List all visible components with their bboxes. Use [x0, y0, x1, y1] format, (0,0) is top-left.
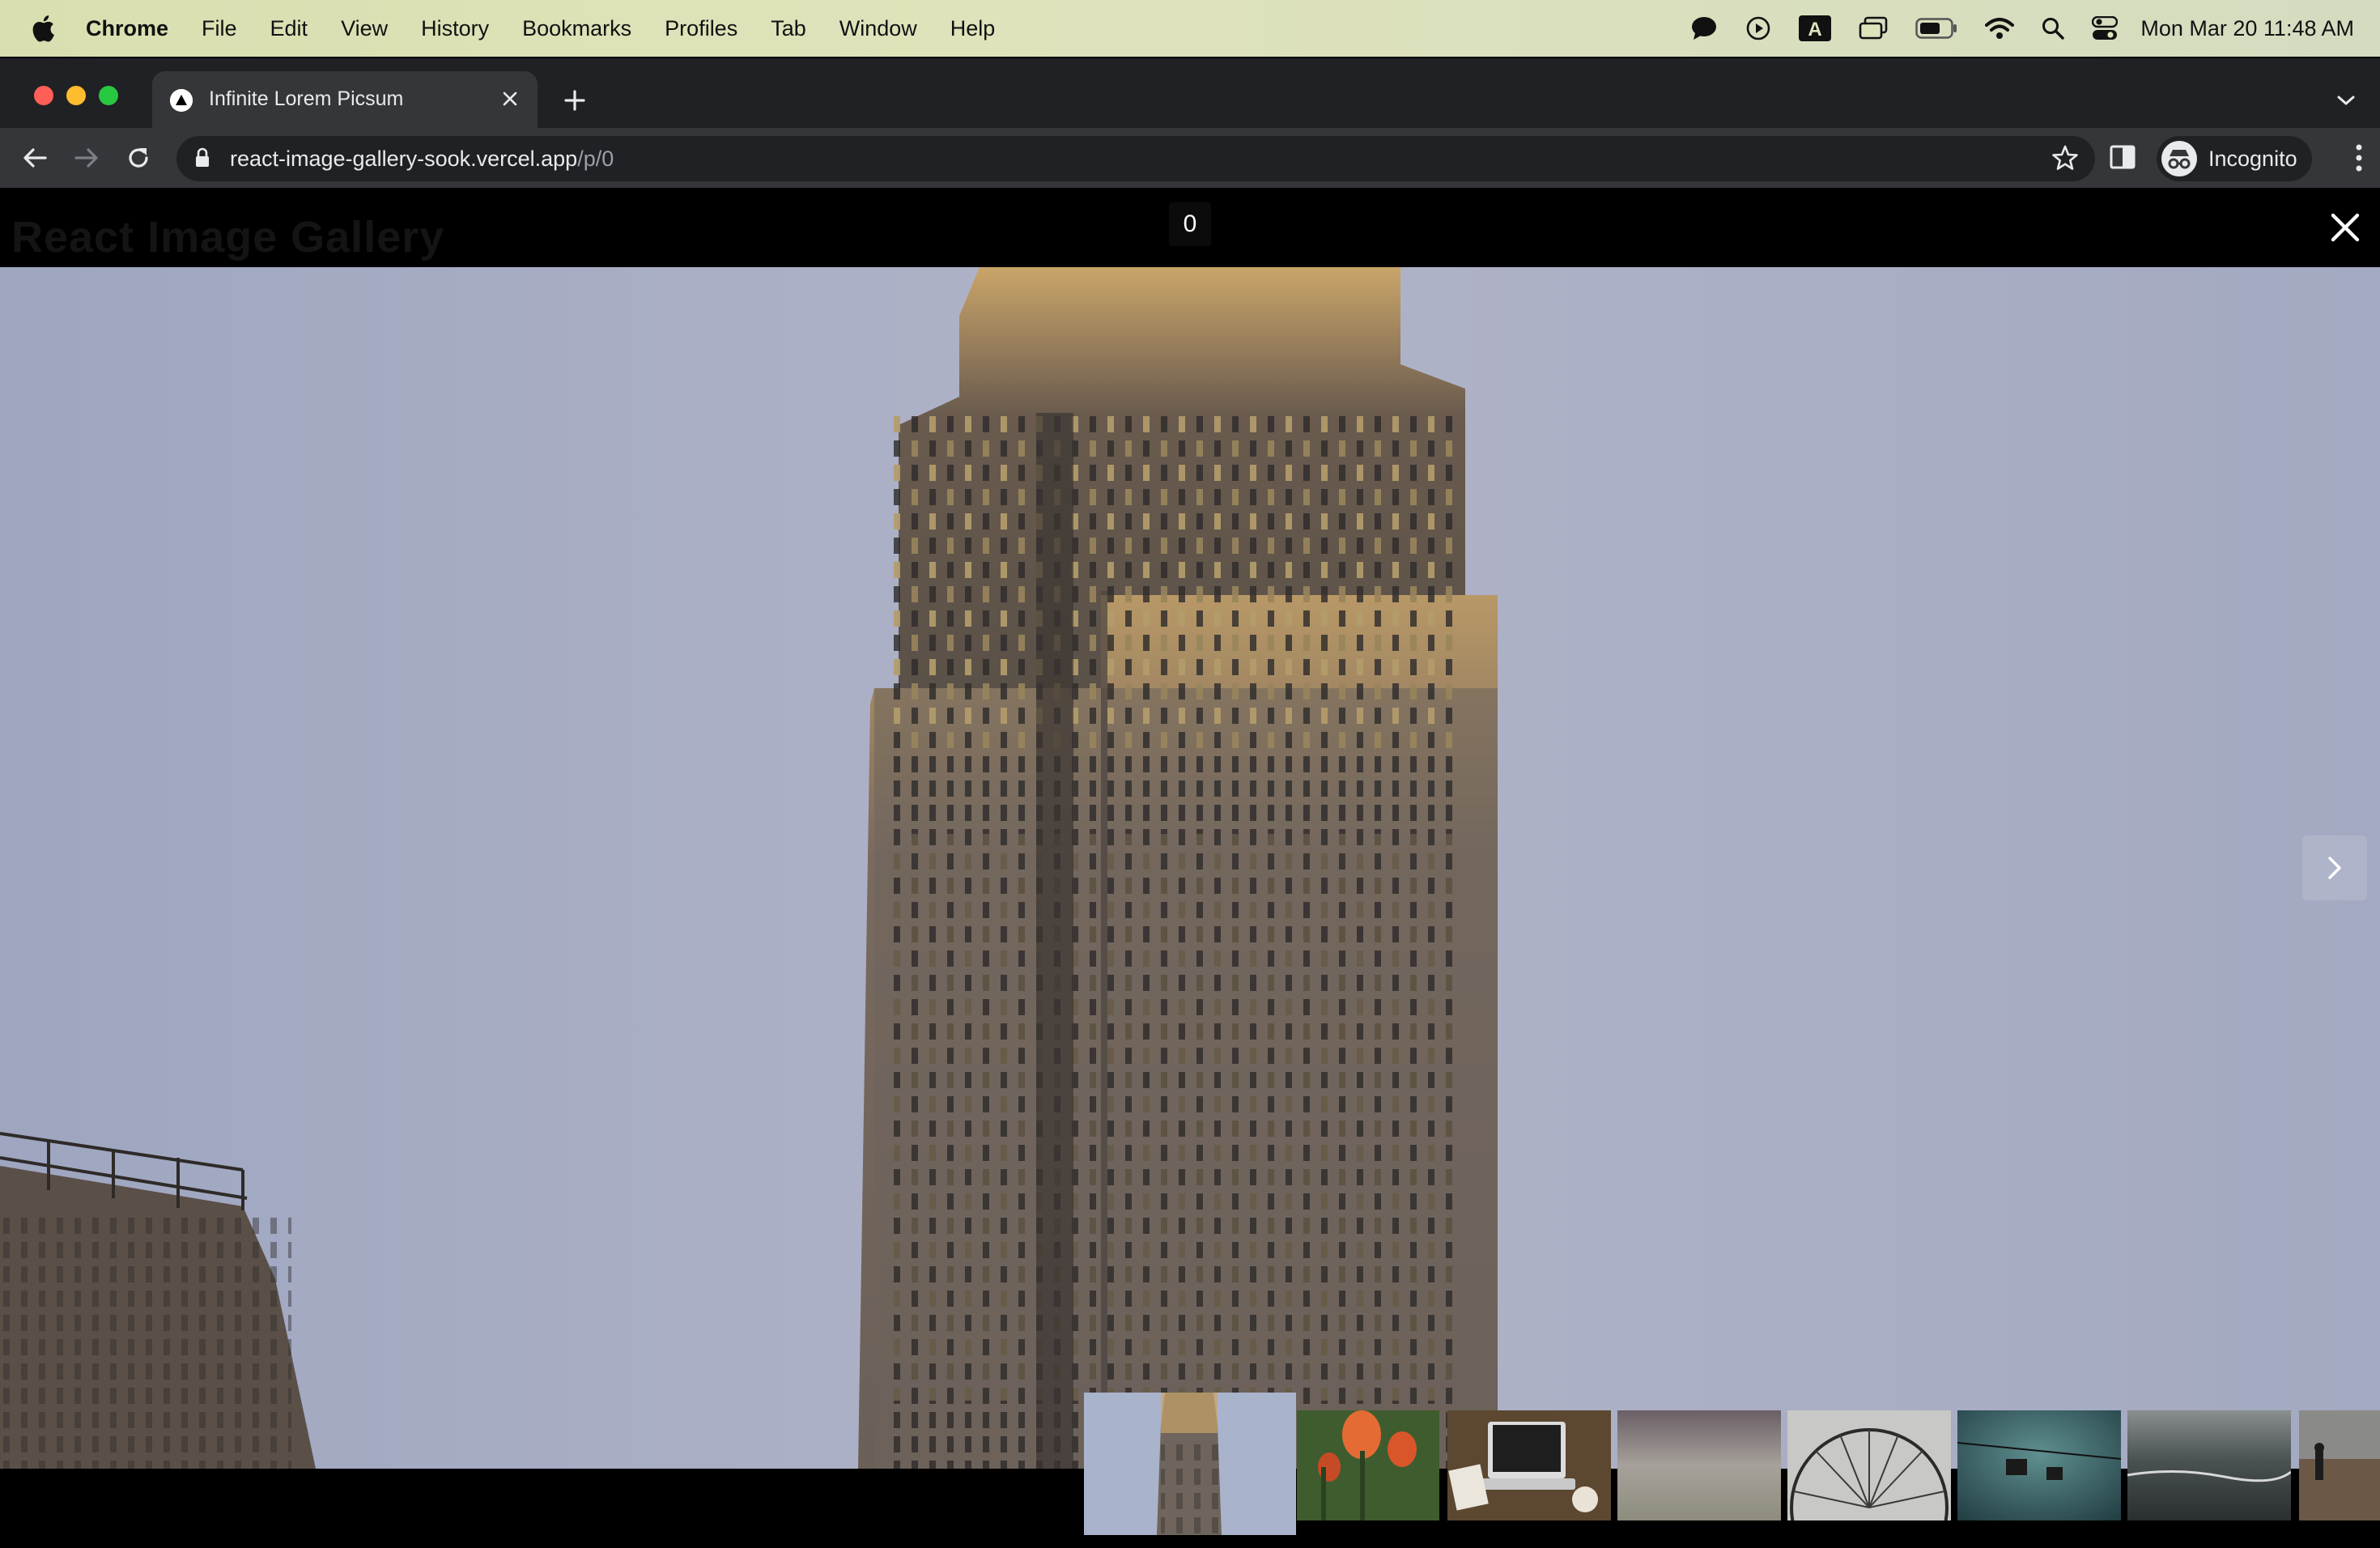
- window-close-button[interactable]: [34, 86, 53, 105]
- browser-toolbar: react-image-gallery-sook.vercel.app/p/0 …: [0, 128, 2380, 188]
- menu-history[interactable]: History: [421, 16, 489, 41]
- url-host: react-image-gallery-sook.vercel.app: [230, 147, 578, 171]
- messages-icon[interactable]: [1690, 15, 1718, 41]
- page-title: React Image Gallery: [11, 213, 445, 262]
- url-path: /p/0: [577, 147, 614, 171]
- main-photo[interactable]: [0, 267, 2380, 1469]
- menu-tab[interactable]: Tab: [771, 16, 806, 41]
- side-panel-icon[interactable]: [2108, 142, 2137, 176]
- thumbnail-person-on-beach[interactable]: [2299, 1410, 2380, 1520]
- tab-search-chevron-icon[interactable]: [2331, 86, 2361, 115]
- chevron-right-icon: [2328, 857, 2341, 879]
- tab-active[interactable]: Infinite Lorem Picsum: [152, 71, 538, 128]
- menu-view[interactable]: View: [341, 16, 388, 41]
- menu-bookmarks[interactable]: Bookmarks: [522, 16, 631, 41]
- battery-icon[interactable]: [1915, 18, 1957, 39]
- address-bar[interactable]: react-image-gallery-sook.vercel.app/p/0: [176, 136, 2095, 181]
- thumbnail-laptop-on-desk[interactable]: [1447, 1410, 1611, 1520]
- next-image-button[interactable]: [2302, 836, 2367, 900]
- thumbnail-ferris-wheel[interactable]: [1787, 1410, 1951, 1520]
- menu-file[interactable]: File: [202, 16, 237, 41]
- macos-menu-bar: Chrome File Edit View History Bookmarks …: [0, 0, 2380, 57]
- spotlight-search-icon[interactable]: [2042, 17, 2065, 40]
- tab-close-icon[interactable]: [497, 86, 523, 112]
- menu-edit[interactable]: Edit: [270, 16, 308, 41]
- apple-logo-icon[interactable]: [31, 15, 55, 42]
- lock-icon[interactable]: [194, 147, 210, 172]
- thumbnail-empire-state-building[interactable]: [1084, 1393, 1296, 1535]
- incognito-profile-button[interactable]: Incognito: [2157, 136, 2312, 181]
- keyboard-input-icon[interactable]: A: [1799, 15, 1832, 41]
- thumbnail-misty-field[interactable]: [1617, 1410, 1781, 1520]
- menubar-clock[interactable]: Mon Mar 20 11:48 AM: [2140, 16, 2354, 41]
- svg-text:A: A: [1808, 19, 1822, 40]
- image-index-counter: 0: [1169, 202, 1211, 246]
- bookmark-star-icon[interactable]: [2051, 144, 2079, 176]
- status-area: A Mon Mar 20 11:48 AM: [1663, 0, 2354, 57]
- window-minimize-button[interactable]: [66, 86, 86, 105]
- thumbnail-cable-car[interactable]: [1957, 1410, 2121, 1520]
- menu-profiles[interactable]: Profiles: [665, 16, 737, 41]
- control-center-icon[interactable]: [2092, 16, 2119, 40]
- play-icon[interactable]: [1745, 15, 1771, 41]
- tab-title: Infinite Lorem Picsum: [209, 87, 404, 110]
- more-menu-icon[interactable]: [2354, 142, 2364, 177]
- incognito-icon: [2161, 141, 2197, 176]
- profile-label: Incognito: [2208, 146, 2297, 171]
- thumbnail-tulips[interactable]: [1297, 1410, 1439, 1520]
- forward-arrow-icon[interactable]: [70, 141, 104, 175]
- reload-icon[interactable]: [121, 141, 155, 175]
- new-tab-button[interactable]: [559, 84, 591, 117]
- vercel-favicon-icon: [170, 89, 193, 112]
- page-viewport: React Image Gallery 0: [0, 188, 2380, 1548]
- close-icon[interactable]: [2327, 209, 2364, 246]
- menu-help[interactable]: Help: [950, 16, 996, 41]
- screen-mirroring-icon[interactable]: [1859, 16, 1888, 40]
- wifi-icon[interactable]: [1985, 17, 2015, 40]
- thumbnail-ocean-shore[interactable]: [2127, 1410, 2291, 1520]
- window-zoom-button[interactable]: [99, 86, 118, 105]
- back-arrow-icon[interactable]: [18, 141, 52, 175]
- menu-app-chrome[interactable]: Chrome: [86, 16, 168, 41]
- menu-window[interactable]: Window: [839, 16, 917, 41]
- address-url: react-image-gallery-sook.vercel.app/p/0: [230, 147, 614, 172]
